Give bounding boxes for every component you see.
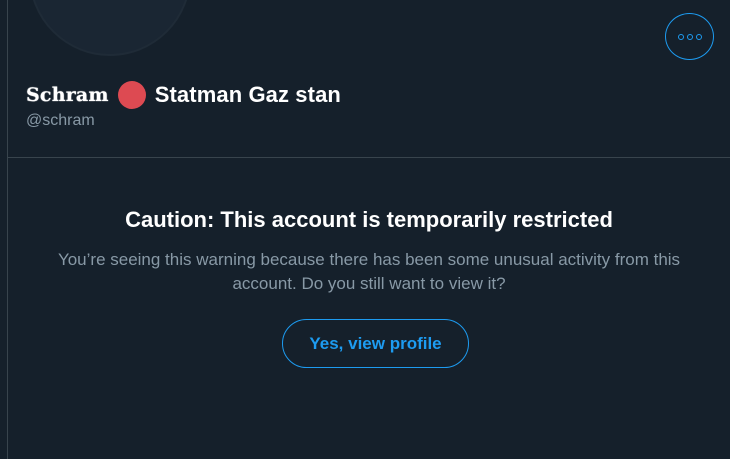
profile-handle: @schram xyxy=(26,112,95,129)
restriction-warning: Caution: This account is temporarily res… xyxy=(8,200,730,296)
more-options-button[interactable] xyxy=(665,13,714,60)
profile-page: Schram Statman Gaz stan @schram Caution:… xyxy=(0,0,730,459)
warning-title: Caution: This account is temporarily res… xyxy=(125,207,613,232)
warning-message: You’re seeing this warning because there… xyxy=(57,250,681,293)
display-name-styled: Schram xyxy=(26,84,109,106)
profile-name-row: Schram Statman Gaz stan xyxy=(26,80,341,110)
divider xyxy=(8,157,730,158)
view-profile-button[interactable]: Yes, view profile xyxy=(282,319,469,368)
avatar[interactable] xyxy=(29,0,191,56)
red-circle-icon xyxy=(117,81,146,109)
more-dots-icon xyxy=(677,33,702,40)
display-name-rest: Statman Gaz stan xyxy=(154,82,341,107)
